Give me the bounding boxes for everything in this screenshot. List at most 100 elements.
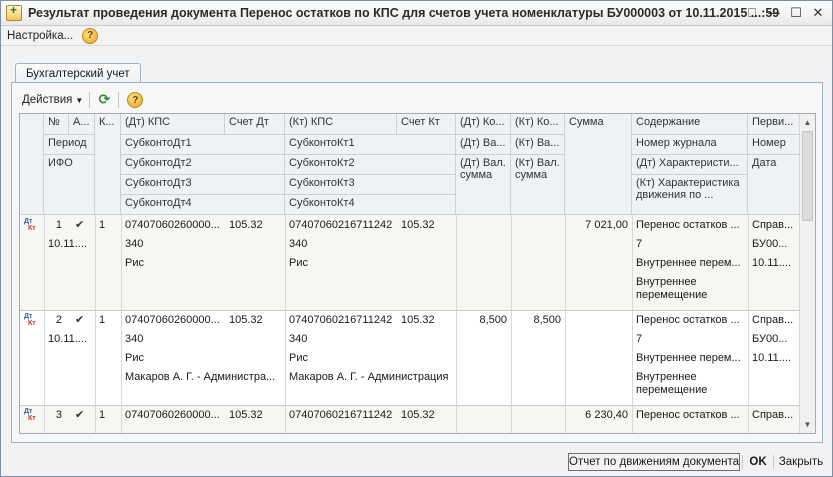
header-subdt4[interactable]: СубконтоДт4: [121, 195, 285, 215]
header-subdt2[interactable]: СубконтоДт2: [121, 155, 285, 175]
header-subkt1[interactable]: СубконтоКт1: [285, 135, 456, 155]
row-journal: 7: [636, 333, 643, 345]
row-subkt1: 340: [289, 333, 308, 345]
active-check-icon[interactable]: ✔: [75, 313, 84, 326]
header-kt-va[interactable]: (Кт) Ва...: [511, 135, 565, 155]
footer-separator: [742, 455, 743, 469]
row-summa: 7 021,00: [585, 219, 628, 231]
scroll-down-icon[interactable]: ▼: [800, 417, 815, 432]
header-kt-kps[interactable]: (Кт) КПС: [285, 114, 397, 135]
row-content: Перенос остатков ...: [636, 219, 740, 231]
row-journal: 7: [636, 238, 643, 250]
main-window: Результат проведения документа Перенос о…: [0, 0, 833, 477]
row-summa: [565, 312, 632, 316]
maximize-icon[interactable]: ☐: [788, 5, 804, 21]
header-active[interactable]: А...: [69, 114, 95, 135]
row-nomer: БУ00...: [752, 333, 788, 345]
row-nomer: БУ00...: [752, 238, 788, 250]
row-dt-kps: 07407060260000...: [125, 314, 220, 326]
row-content: Перенос остатков ...: [636, 409, 740, 421]
row-subdt2: Рис: [125, 352, 144, 364]
header-k[interactable]: К...: [95, 114, 121, 215]
header-num[interactable]: №: [44, 114, 69, 135]
header-period[interactable]: Период: [44, 135, 95, 155]
header-content[interactable]: Содержание: [632, 114, 748, 135]
scroll-up-icon[interactable]: ▲: [800, 115, 815, 130]
minimize-icon[interactable]: —: [766, 5, 782, 21]
dt-kt-icon: Дт Кт: [24, 408, 36, 422]
postings-grid[interactable]: № А... К... (Дт) КПС Счет Дт (Кт) КПС Сч…: [19, 113, 816, 434]
row-dt-ko: [456, 217, 511, 221]
header-dt-kps[interactable]: (Дт) КПС: [121, 114, 225, 135]
header-schet-kt[interactable]: Счет Кт: [397, 114, 456, 135]
settings-menu[interactable]: Настройка...: [7, 30, 73, 42]
dt-kt-icon: Дт Кт: [24, 218, 36, 232]
dt-kt-icon: Дт Кт: [24, 313, 36, 327]
report-movements-button[interactable]: Отчет по движениям документа: [568, 453, 740, 471]
document-app-icon: [6, 3, 22, 21]
row-dt-kps: 07407060260000...: [125, 219, 220, 231]
active-check-icon[interactable]: ✔: [75, 408, 84, 421]
row-k: 1: [99, 314, 106, 326]
header-dt-va[interactable]: (Дт) Ва...: [456, 135, 511, 155]
header-nomer[interactable]: Номер: [748, 135, 801, 155]
scroll-thumb[interactable]: [802, 131, 813, 221]
row-kt-char: Внутреннее перемещение: [636, 371, 708, 396]
refresh-icon[interactable]: ⟳: [96, 92, 112, 108]
header-dt-ko[interactable]: (Дт) Ко...: [456, 114, 511, 135]
header-marker: [20, 114, 44, 215]
header-subkt2[interactable]: СубконтоКт2: [285, 155, 456, 175]
row-subdt1: 340: [125, 238, 144, 250]
header-subdt3[interactable]: СубконтоДт3: [121, 175, 285, 195]
header-subdt1[interactable]: СубконтоДт1: [121, 135, 285, 155]
header-kt-ko[interactable]: (Кт) Ко...: [511, 114, 565, 135]
row-subkt1: 340: [289, 238, 308, 250]
header-kt-valsum[interactable]: (Кт) Вал. сумма: [511, 155, 565, 215]
row-kt-ko: [511, 217, 565, 221]
row-num: 3: [55, 409, 62, 421]
tab-accounting[interactable]: Бухгалтерский учет: [15, 63, 141, 83]
help-icon[interactable]: ?: [82, 27, 99, 44]
row-kt-kps: 07407060216711242: [289, 409, 393, 421]
menu-bar: Настройка... ?: [1, 26, 832, 46]
header-dt-valsum[interactable]: (Дт) Вал. сумма: [456, 155, 511, 215]
close-button[interactable]: Закрыть: [776, 453, 826, 471]
row-summa: 6 230,40: [585, 409, 628, 421]
row-k: 1: [99, 409, 106, 421]
header-pervi[interactable]: Перви...: [748, 114, 801, 135]
row-subdt3: Макаров А. Г. - Администра...: [125, 371, 276, 383]
row-schet-dt: 105.32: [229, 314, 263, 326]
close-icon[interactable]: ✕: [810, 5, 826, 21]
header-data[interactable]: Дата: [748, 155, 801, 215]
help-icon[interactable]: ?: [127, 92, 144, 108]
restore-icon[interactable]: ⎕: [744, 5, 760, 21]
row-schet-kt: 105.32: [401, 219, 435, 231]
header-subkt3[interactable]: СубконтоКт3: [285, 175, 456, 195]
active-check-icon[interactable]: ✔: [75, 218, 84, 231]
row-dt-char: Внутреннее перем...: [636, 352, 741, 364]
grid-toolbar: Действия ▼ ⟳ ?: [22, 90, 144, 110]
row-period: 10.11....: [48, 333, 87, 345]
row-dt-ko: 8,500: [479, 314, 507, 326]
header-dt-char[interactable]: (Дт) Характеристи...: [632, 155, 748, 175]
header-summa[interactable]: Сумма: [565, 114, 632, 215]
row-num: 1: [55, 219, 62, 231]
actions-menu-button[interactable]: Действия ▼: [22, 94, 83, 106]
row-schet-dt: 105.32: [229, 409, 263, 421]
row-dt-char: Внутреннее перем...: [636, 257, 741, 269]
header-ifo[interactable]: ИФО: [44, 155, 95, 215]
tab-panel: Действия ▼ ⟳ ? № А... К... (Дт) КПС Счет…: [11, 82, 823, 443]
row-kt-kps: 07407060216711242: [289, 219, 393, 231]
header-schet-dt[interactable]: Счет Дт: [225, 114, 285, 135]
row-subkt2: Рис: [289, 352, 308, 364]
ok-button[interactable]: OK: [744, 453, 772, 471]
row-kt-kps: 07407060216711242: [289, 314, 393, 326]
header-kt-char[interactable]: (Кт) Характеристика движения по ...: [632, 175, 748, 215]
row-pervi: Справ...: [752, 219, 794, 231]
row-period: 10.11....: [48, 238, 87, 250]
header-journal[interactable]: Номер журнала: [632, 135, 748, 155]
header-subkt4[interactable]: СубконтоКт4: [285, 195, 456, 215]
footer-separator: [773, 455, 774, 469]
vertical-scrollbar[interactable]: ▲ ▼: [799, 114, 815, 433]
window-title: Результат проведения документа Перенос о…: [28, 6, 780, 20]
